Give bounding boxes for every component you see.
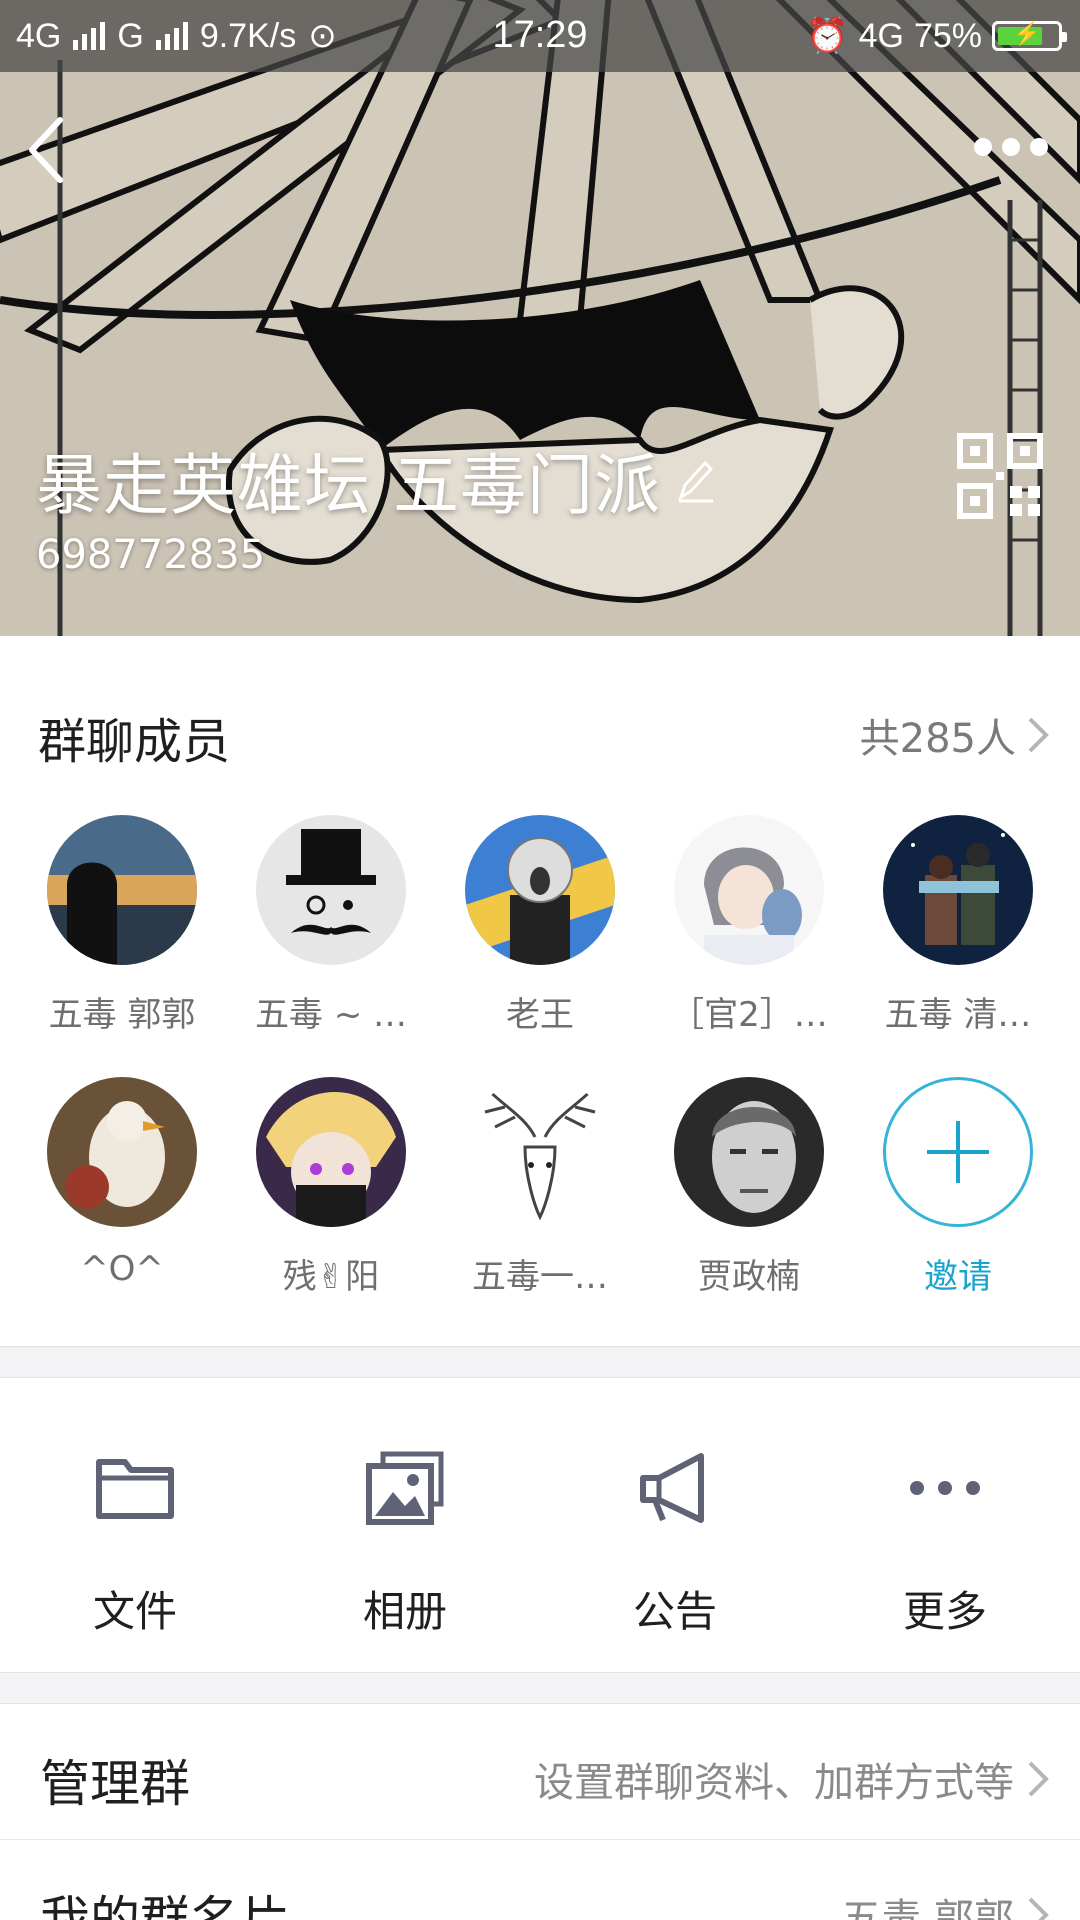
section-divider <box>0 1346 1080 1378</box>
more-options-button[interactable] <box>974 132 1052 162</box>
more-functions-button[interactable]: 更多 <box>810 1378 1080 1670</box>
avatar-image <box>674 815 824 965</box>
function-row: 文件 相册 公告 更多 <box>0 1378 1080 1670</box>
avatar <box>47 815 197 965</box>
qr-code-icon[interactable] <box>956 432 1044 520</box>
files-label: 文件 <box>92 1587 177 1636</box>
plus-icon <box>927 1121 989 1183</box>
more-dot-icon <box>1030 138 1048 156</box>
avatar <box>256 815 406 965</box>
group-id: 698772835 <box>36 532 266 578</box>
chevron-right-icon <box>1028 1761 1049 1797</box>
alarm-icon: ⏰ <box>806 17 849 55</box>
more-dot-icon <box>974 138 992 156</box>
avatar <box>47 1077 197 1227</box>
member-name: 五毒 清… <box>884 995 1032 1035</box>
charging-icon: ⚡ <box>1013 21 1041 46</box>
member-item[interactable]: 五毒一… <box>440 1077 640 1298</box>
manage-group-title: 管理群 <box>40 1755 190 1813</box>
avatar <box>674 1077 824 1227</box>
member-name: 五毒 ~ … <box>254 995 408 1035</box>
edit-pencil-icon[interactable] <box>675 457 715 503</box>
status-bar: 4G G 9.7K/s ⊙ 17:29 ⏰ 4G 75% ⚡ <box>0 0 1080 72</box>
manage-group-desc: 设置群聊资料、加群方式等 <box>534 1760 1014 1806</box>
more-icon <box>910 1481 980 1495</box>
status-right: ⏰ 4G 75% ⚡ <box>806 16 1067 56</box>
member-name: 五毒 郭郭 <box>48 995 196 1035</box>
member-name: 残✌阳 <box>282 1257 380 1297</box>
member-item[interactable]: 五毒 清… <box>858 815 1058 1036</box>
avatar-image <box>674 1077 824 1227</box>
member-name: ^O^ <box>80 1249 164 1289</box>
member-item[interactable]: 贾政楠 <box>649 1077 849 1298</box>
invite-circle <box>883 1077 1033 1227</box>
avatar-image <box>465 1077 615 1227</box>
avatar <box>883 815 1033 965</box>
manage-group-row[interactable]: 管理群 设置群聊资料、加群方式等 <box>0 1704 1080 1840</box>
avatar-image <box>47 815 197 965</box>
avatar-image <box>883 815 1033 965</box>
my-group-card-name: 五毒 郭郭 <box>841 1896 1014 1920</box>
album-label: 相册 <box>362 1587 447 1636</box>
chevron-right-icon <box>1028 1897 1049 1920</box>
member-name: ［官2］… <box>670 995 828 1035</box>
group-name[interactable]: 暴走英雄坛 五毒门派 <box>36 432 715 528</box>
more-dot-icon <box>1002 138 1020 156</box>
invite-button[interactable]: 邀请 <box>858 1077 1058 1298</box>
battery-icon: ⚡ <box>992 21 1067 51</box>
member-item[interactable]: ^O^ <box>22 1077 222 1289</box>
member-name: 贾政楠 <box>698 1257 800 1297</box>
network-type-right: 4G <box>858 16 904 55</box>
files-button[interactable]: 文件 <box>0 1378 270 1670</box>
megaphone-icon <box>640 1453 704 1523</box>
member-item[interactable]: 五毒 郭郭 <box>22 815 222 1036</box>
avatar-image <box>256 815 406 965</box>
avatar-image <box>47 1077 197 1227</box>
avatar-image <box>465 815 615 965</box>
avatar-image <box>256 1077 406 1227</box>
manage-group-value: 设置群聊资料、加群方式等 <box>534 1750 1050 1808</box>
avatar <box>674 815 824 965</box>
back-arrow-icon <box>29 117 63 183</box>
my-group-card-value: 五毒 郭郭 <box>841 1886 1050 1920</box>
back-button[interactable] <box>22 110 72 190</box>
members-count-link[interactable]: 共285人 <box>860 706 1050 764</box>
member-item[interactable]: 五毒 ~ … <box>231 815 431 1036</box>
avatar <box>256 1077 406 1227</box>
invite-label: 邀请 <box>924 1257 992 1297</box>
avatar <box>465 815 615 965</box>
section-divider <box>0 1672 1080 1704</box>
album-icon <box>366 1451 444 1525</box>
folder-icon <box>96 1459 174 1519</box>
member-name: 五毒一… <box>472 1257 608 1297</box>
member-item[interactable]: 老王 <box>440 815 640 1036</box>
group-cover: 4G G 9.7K/s ⊙ 17:29 ⏰ 4G 75% ⚡ 暴走英雄坛 五毒门… <box>0 0 1080 636</box>
announcement-button[interactable]: 公告 <box>540 1378 810 1670</box>
avatar <box>465 1077 615 1227</box>
battery-percent: 75% <box>913 16 982 55</box>
member-item[interactable]: 残✌阳 <box>231 1077 431 1298</box>
my-group-card-row[interactable]: 我的群名片 五毒 郭郭 <box>0 1840 1080 1920</box>
album-button[interactable]: 相册 <box>270 1378 540 1670</box>
members-count: 共285人 <box>859 716 1016 762</box>
more-functions-label: 更多 <box>902 1587 987 1636</box>
my-group-card-title: 我的群名片 <box>40 1891 290 1920</box>
member-name: 老王 <box>506 995 574 1035</box>
members-title: 群聊成员 <box>38 714 231 770</box>
member-item[interactable]: ［官2］… <box>649 815 849 1036</box>
members-header: 群聊成员 共285人 <box>0 680 1080 790</box>
announcement-label: 公告 <box>632 1587 717 1636</box>
group-name-text: 暴走英雄坛 五毒门派 <box>36 447 661 524</box>
chevron-right-icon <box>1028 717 1049 753</box>
